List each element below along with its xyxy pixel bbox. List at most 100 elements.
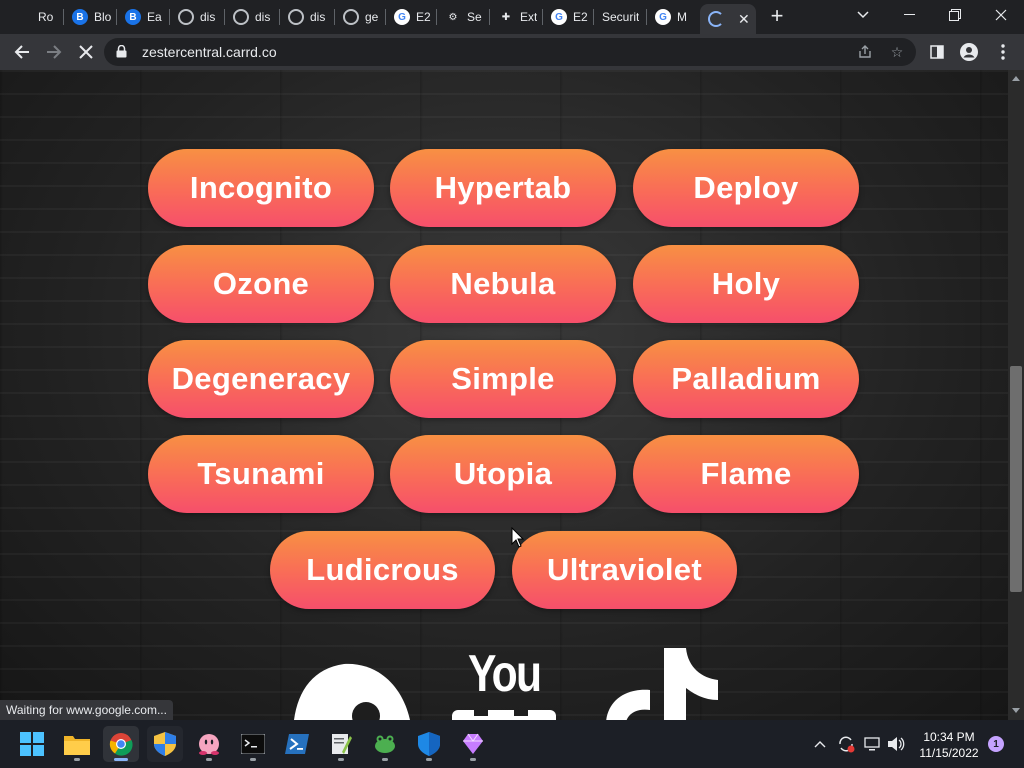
tab-title: Ro [38,10,54,24]
tab-5[interactable]: dis [225,4,279,30]
globe-icon [343,9,359,25]
chrome-button[interactable] [103,726,139,762]
proxy-button-ozone[interactable]: Ozone [148,245,374,323]
proxy-button-holy[interactable]: Holy [633,245,859,323]
security-shield-icon [154,732,176,756]
sync-icon[interactable] [836,734,856,754]
google-icon: G [655,9,671,25]
page-scrollbar[interactable] [1008,70,1024,720]
defender-icon [418,732,440,756]
gem-app-icon [463,733,483,754]
address-bar[interactable]: zestercentral.carrd.co ☆ [104,38,916,66]
network-icon[interactable] [862,734,882,754]
tab-7[interactable]: ge [335,4,385,30]
blogger-icon: B [125,9,141,25]
proxy-button-degeneracy[interactable]: Degeneracy [148,340,374,418]
menu-kebab-icon[interactable] [990,39,1016,65]
gear-icon: ⚙ [448,11,458,23]
proxy-button-flame[interactable]: Flame [633,435,859,513]
tab-title: Blo [94,10,112,24]
tab-title: Ext [520,10,538,24]
proxy-button-simple[interactable]: Simple [390,340,616,418]
restore-button[interactable] [932,0,978,30]
notepad-plus-plus-button[interactable] [323,726,359,762]
lock-icon[interactable] [116,45,127,58]
tab-13[interactable]: G M [647,4,699,30]
tab-3[interactable]: B Ea [117,4,169,30]
stop-loading-button[interactable] [73,39,99,65]
windows-taskbar: 10:34 PM 11/15/2022 1 [0,720,1024,768]
tab-6[interactable]: dis [280,4,334,30]
minimize-button[interactable] [886,0,932,30]
powershell-icon [285,734,309,754]
tab-2[interactable]: B Blo [64,4,116,30]
tab-title: E2 [416,10,431,24]
cropped-heading-graphic [452,70,612,78]
new-tab-button[interactable]: + [766,5,788,28]
scrollbar-thumb[interactable] [1010,366,1022,592]
proxy-button-ludicrous[interactable]: Ludicrous [270,531,495,609]
close-tab-icon[interactable]: ✕ [738,11,750,28]
tab-title: ge [365,10,379,24]
terminal-icon [241,734,265,754]
close-window-button[interactable] [978,0,1024,30]
tab-title: dis [200,10,216,24]
kirby-app-button[interactable] [191,726,227,762]
folder-icon [64,736,90,755]
google-icon: G [394,9,410,25]
gem-app-button[interactable] [455,726,491,762]
blogger-icon: B [72,9,88,25]
scroll-down-arrow-icon[interactable] [1012,708,1020,713]
back-button[interactable] [9,39,35,65]
youtube-logo-text[interactable]: You [468,644,542,704]
volume-icon[interactable] [886,734,906,754]
tab-9[interactable]: ⚙ Se [437,4,489,30]
notepad-plus-plus-icon [332,734,352,754]
security-app-button[interactable] [147,726,183,762]
url-text[interactable]: zestercentral.carrd.co [142,44,277,60]
file-explorer-button[interactable] [59,726,95,762]
share-icon[interactable] [856,43,874,61]
clock-date: 11/15/2022 [919,746,979,760]
globe-icon [233,9,249,25]
powershell-button[interactable] [279,726,315,762]
tab-12[interactable]: Securit [594,4,646,30]
tab-10[interactable]: ✚ Ext [490,4,542,30]
side-panel-button[interactable] [924,39,950,65]
tray-overflow-chevron-icon[interactable] [810,734,830,754]
tab-search-button[interactable] [840,0,886,30]
chrome-icon [109,733,133,756]
proxy-button-ultraviolet[interactable]: Ultraviolet [512,531,737,609]
frog-app-button[interactable] [367,726,403,762]
start-button[interactable] [14,726,50,762]
proxy-button-utopia[interactable]: Utopia [390,435,616,513]
tiktok-icon[interactable] [606,648,720,720]
scroll-up-arrow-icon[interactable] [1012,76,1020,81]
kirby-icon [199,734,219,755]
tab-title: E2 [573,10,588,24]
terminal-button[interactable] [235,726,271,762]
globe-icon [288,9,304,25]
proxy-button-tsunami[interactable]: Tsunami [148,435,374,513]
defender-button[interactable] [411,726,447,762]
proxy-button-hypertab[interactable]: Hypertab [390,149,616,227]
tab-1[interactable]: Ro [30,4,66,30]
bookmark-star-icon[interactable]: ☆ [888,43,906,61]
system-clock[interactable]: 10:34 PM 11/15/2022 [914,729,984,761]
proxy-button-nebula[interactable]: Nebula [390,245,616,323]
youtube-icon[interactable] [452,706,556,720]
proxy-button-palladium[interactable]: Palladium [633,340,859,418]
tab-active[interactable]: ✕ [700,4,756,34]
google-icon: G [551,9,567,25]
status-bubble: Waiting for www.google.com... [0,700,173,720]
tab-11[interactable]: G E2 [543,4,593,30]
tab-4[interactable]: dis [170,4,224,30]
tab-8[interactable]: G E2 [386,4,436,30]
proxy-button-incognito[interactable]: Incognito [148,149,374,227]
profile-avatar-icon[interactable] [956,39,982,65]
notification-badge[interactable]: 1 [988,736,1004,752]
discord-icon[interactable] [284,660,414,720]
forward-button[interactable] [41,39,67,65]
tab-title: M [677,10,687,24]
proxy-button-deploy[interactable]: Deploy [633,149,859,227]
